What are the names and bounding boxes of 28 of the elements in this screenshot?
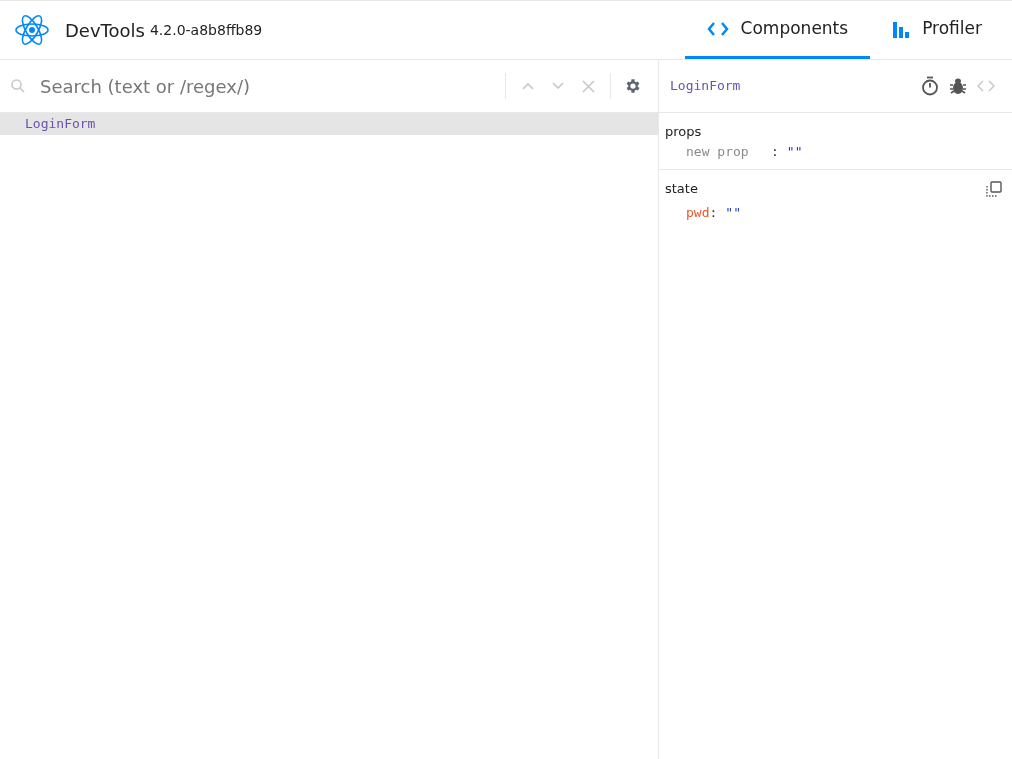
- atom-logo-icon: [14, 14, 50, 46]
- prop-name: new prop: [686, 143, 750, 161]
- prop-value: "": [725, 204, 741, 222]
- stopwatch-icon: [921, 76, 939, 96]
- bug-icon: [950, 77, 966, 95]
- component-name: LoginForm: [670, 77, 741, 96]
- colon: :: [709, 204, 718, 222]
- chevron-up-icon: [522, 82, 534, 90]
- search-icon: [10, 78, 26, 94]
- prop-value: "": [786, 143, 803, 161]
- bar-chart-icon: [892, 19, 911, 38]
- tree-item[interactable]: LoginForm: [0, 113, 658, 135]
- tab[interactable]: Profiler: [870, 1, 1004, 59]
- section-title: state: [665, 180, 698, 199]
- chevron-down-icon: [552, 82, 564, 90]
- close-icon: [581, 79, 595, 93]
- tab[interactable]: Components: [684, 1, 871, 59]
- app-title: DevTools: [65, 18, 145, 43]
- code-brackets-icon: [977, 80, 995, 92]
- colon: :: [771, 143, 779, 161]
- copy-button[interactable]: [984, 179, 1004, 199]
- settings-icon: [624, 77, 642, 95]
- copy-icon: [986, 181, 1002, 197]
- section-title: props: [665, 123, 703, 141]
- code-brackets-icon: [706, 20, 729, 37]
- search-field[interactable]: Search (text or /regex/): [40, 72, 498, 100]
- version-label: 4.2.0-a8b8ffb89: [149, 20, 263, 40]
- prop-name: pwd: [686, 204, 710, 222]
